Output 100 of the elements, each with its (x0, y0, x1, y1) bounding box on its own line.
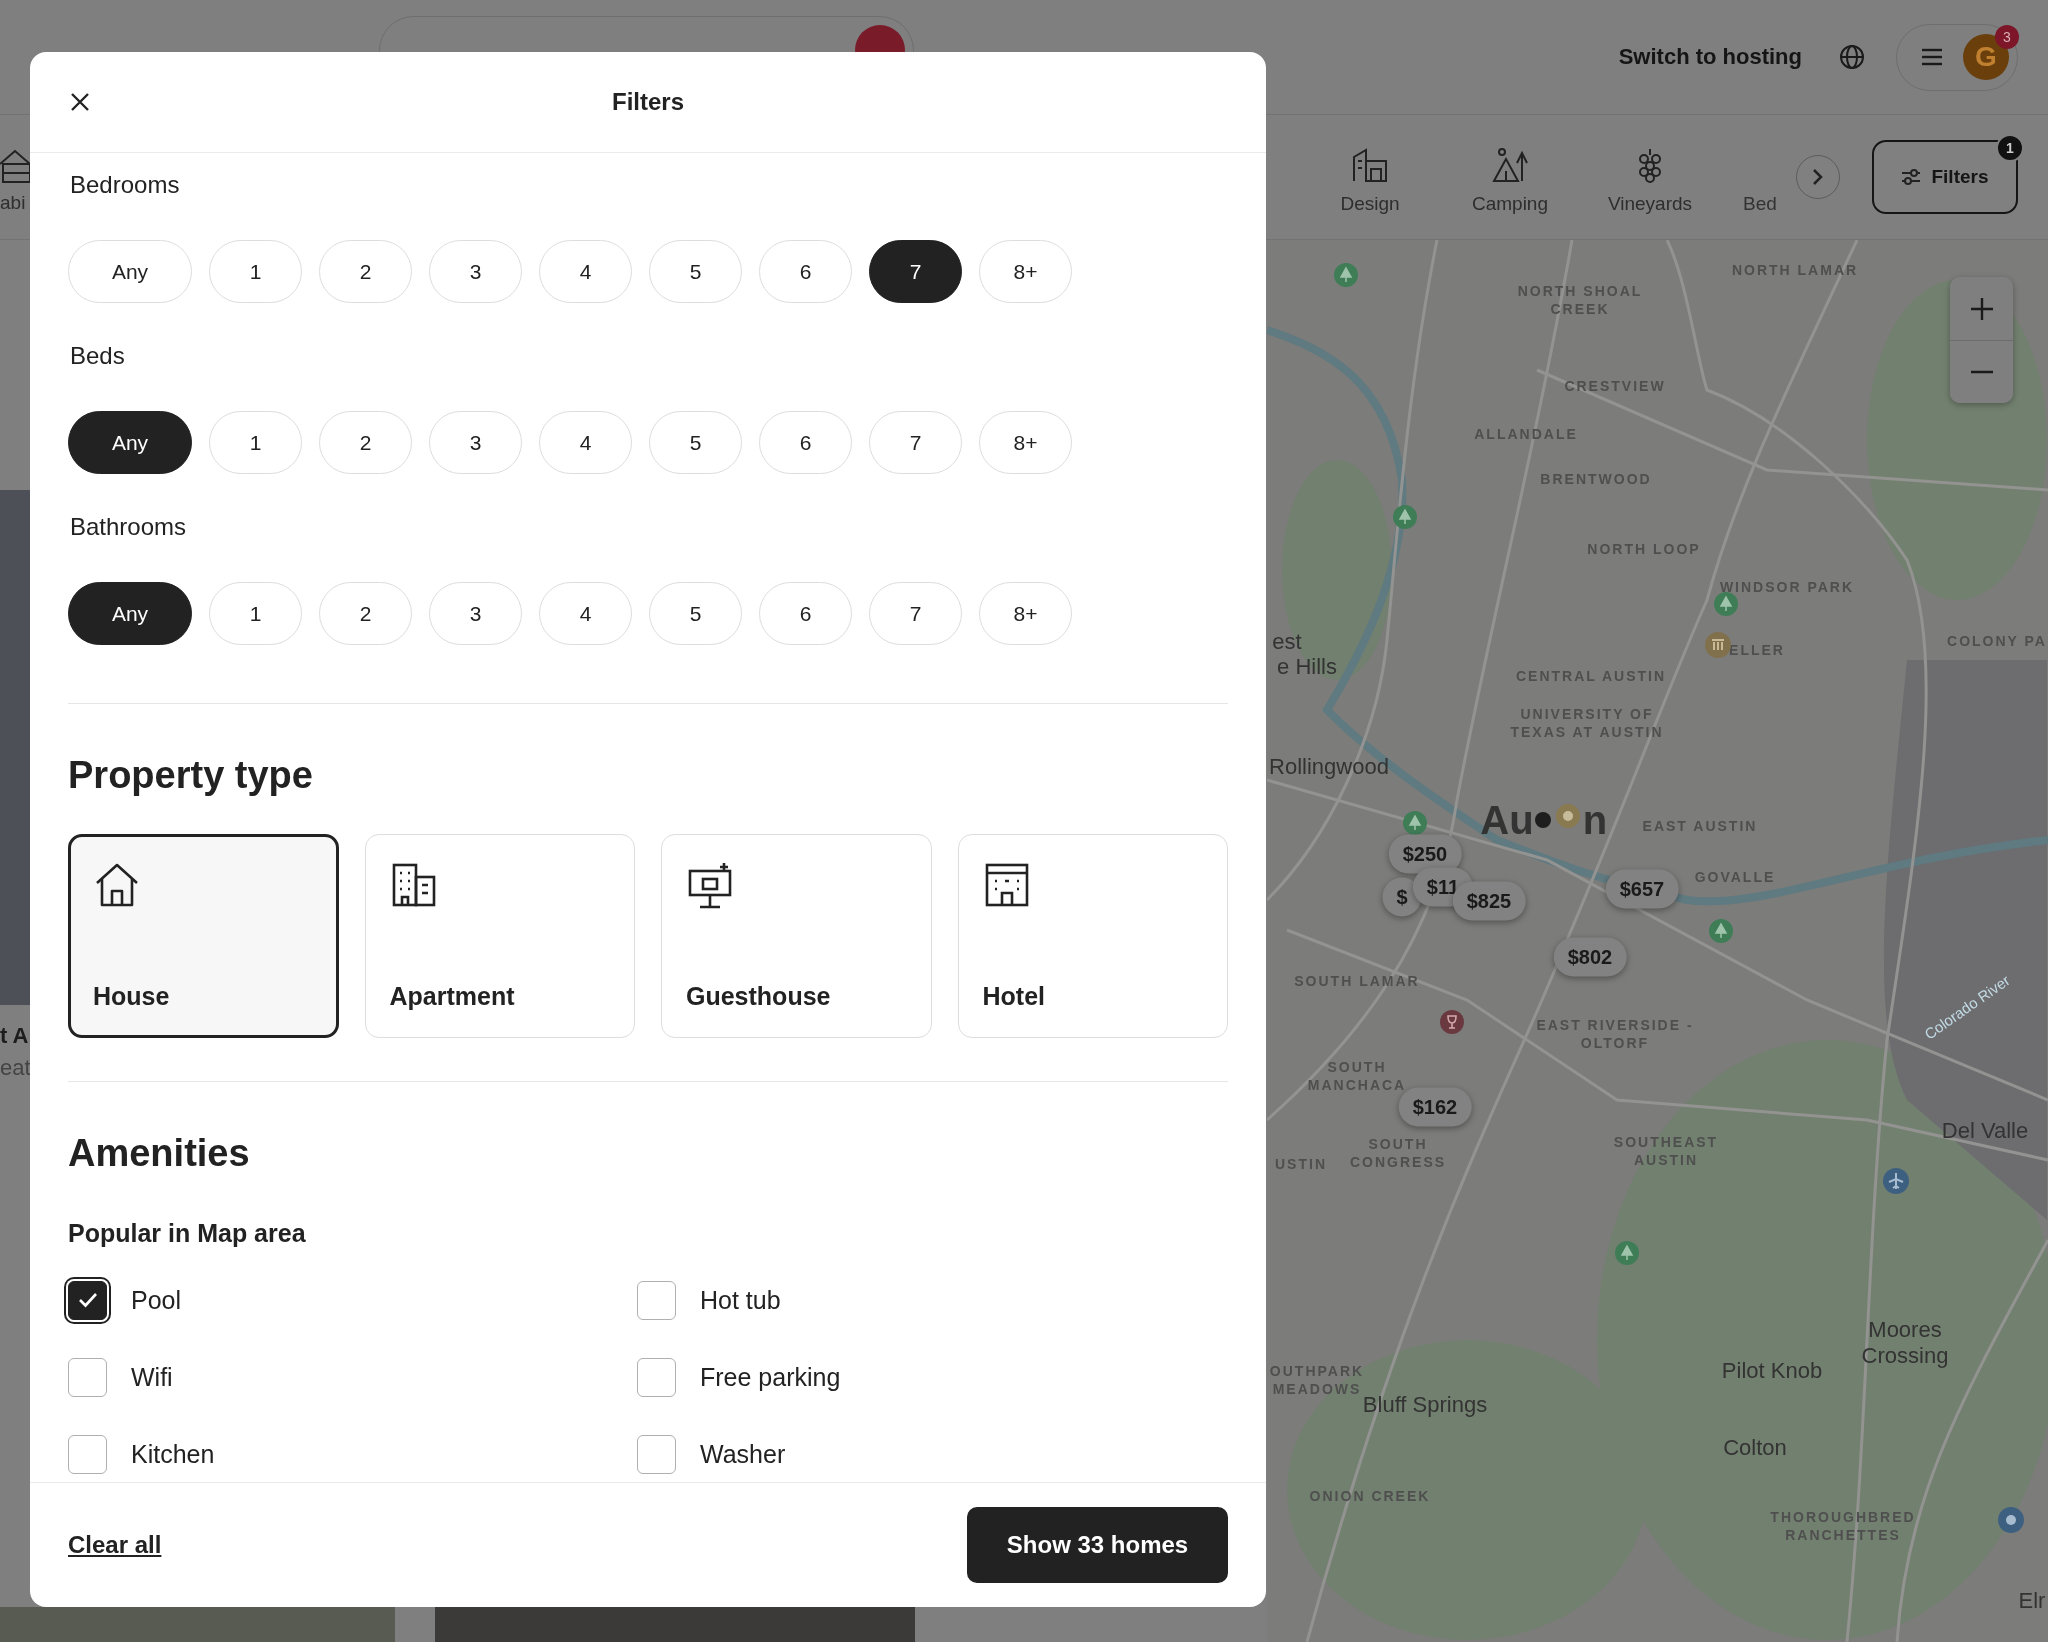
count-option[interactable]: 4 (539, 411, 632, 474)
checkbox[interactable] (637, 1434, 676, 1474)
count-option[interactable]: 5 (649, 411, 742, 474)
price-marker[interactable]: $250 (1388, 834, 1462, 874)
map-pin-icon[interactable] (1555, 803, 1581, 829)
price-marker[interactable]: $ (1382, 877, 1422, 917)
count-option[interactable]: 6 (759, 582, 852, 645)
plus-icon (1969, 296, 1994, 321)
count-option[interactable]: 3 (429, 411, 522, 474)
map-label: Moores Crossing (1860, 1317, 1950, 1369)
museum-pin-icon[interactable] (1705, 632, 1731, 658)
checkbox-label[interactable]: Washer (700, 1439, 786, 1469)
price-marker[interactable]: $162 (1398, 1087, 1472, 1127)
count-option[interactable]: 6 (759, 411, 852, 474)
next-arrow-button[interactable] (1796, 155, 1840, 199)
wine-glass-pin-icon[interactable] (1440, 1010, 1464, 1034)
check-icon (76, 1291, 99, 1309)
close-icon (70, 92, 90, 112)
checkbox-label[interactable]: Hot tub (700, 1285, 781, 1315)
park-pin-icon[interactable] (1615, 1241, 1639, 1265)
map-label: e Hills (1277, 654, 1337, 680)
section-heading: Amenities (68, 1131, 251, 1176)
listing-title: t A (0, 1023, 29, 1049)
globe-icon[interactable] (1839, 44, 1865, 70)
count-option[interactable]: 7 (869, 582, 962, 645)
count-option[interactable]: 8+ (979, 411, 1072, 474)
map-label: Au (1480, 797, 1534, 843)
count-option[interactable]: 5 (649, 582, 742, 645)
clear-all-link[interactable]: Clear all (68, 1531, 162, 1559)
map-label: Elr (2018, 1588, 2046, 1614)
count-option[interactable]: 5 (649, 240, 742, 303)
city-dot-icon (1535, 812, 1551, 828)
count-option[interactable]: Any (68, 582, 192, 645)
building-icon (1351, 147, 1389, 183)
section-label: Beds (70, 342, 126, 370)
map-label: Del Valle (1941, 1118, 2029, 1144)
count-option[interactable]: 2 (319, 411, 412, 474)
menu-icon (1921, 48, 1943, 66)
count-option[interactable]: 8+ (979, 582, 1072, 645)
dialog-title: Filters (612, 88, 684, 116)
park-pin-icon[interactable] (1334, 263, 1358, 287)
map-label: Rollingwood (1269, 754, 1389, 780)
checkbox[interactable] (68, 1434, 107, 1474)
property-type-card[interactable]: Guesthouse (661, 834, 932, 1038)
cabin-icon (0, 148, 30, 184)
checkbox[interactable] (637, 1280, 676, 1320)
price-marker[interactable]: $657 (1605, 869, 1679, 909)
count-option[interactable]: 4 (539, 582, 632, 645)
map-label: est (1272, 629, 1302, 655)
checkbox-label[interactable]: Wifi (131, 1362, 173, 1392)
count-option[interactable]: 7 (869, 240, 962, 303)
count-option[interactable]: 2 (319, 582, 412, 645)
count-option[interactable]: 2 (319, 240, 412, 303)
switch-to-hosting-link[interactable]: Switch to hosting (1618, 44, 1802, 70)
profile-menu-button[interactable]: G 3 (1896, 23, 2018, 91)
section-heading: Property type (68, 753, 314, 798)
count-option[interactable]: 1 (209, 411, 302, 474)
zoom-in-button[interactable] (1950, 277, 2013, 340)
minus-icon (1969, 370, 1994, 374)
price-marker[interactable]: $802 (1553, 937, 1627, 977)
property-type-card[interactable]: House (68, 834, 339, 1038)
checkbox-label[interactable]: Free parking (700, 1362, 841, 1392)
park-pin-icon[interactable] (1714, 592, 1738, 616)
chevron-right-icon (1812, 168, 1824, 186)
map-label: Bluff Springs (1362, 1392, 1488, 1418)
map-label: CRESTVIEW (1564, 378, 1666, 396)
park-pin-icon[interactable] (1709, 919, 1733, 943)
location-pin-icon[interactable] (1998, 1507, 2024, 1533)
count-option[interactable]: 8+ (979, 240, 1072, 303)
count-option[interactable]: Any (68, 240, 192, 303)
listing-subtitle: eat (0, 1055, 31, 1081)
section-label: Bathrooms (70, 513, 188, 541)
airport-pin-icon[interactable] (1883, 1168, 1909, 1194)
count-option[interactable]: 1 (209, 582, 302, 645)
checkbox-label[interactable]: Pool (131, 1285, 182, 1315)
checkbox-label[interactable]: Kitchen (131, 1439, 215, 1469)
guesthouse-icon (686, 861, 734, 909)
park-pin-icon[interactable] (1393, 505, 1417, 529)
count-option[interactable]: 3 (429, 582, 522, 645)
count-option[interactable]: 3 (429, 240, 522, 303)
count-option[interactable]: 6 (759, 240, 852, 303)
property-type-card[interactable]: Apartment (364, 834, 635, 1038)
sliders-icon (1901, 168, 1922, 186)
show-homes-button[interactable]: Show 33 homes (967, 1507, 1228, 1583)
count-option[interactable]: 1 (209, 240, 302, 303)
filter-count-badge: 1 (1996, 134, 2024, 162)
tent-icon (1490, 147, 1530, 183)
subsection-heading: Popular in Map area (68, 1218, 307, 1249)
section-label: Bedrooms (70, 171, 181, 199)
map-label: Colton (1723, 1435, 1787, 1461)
checkbox[interactable] (637, 1357, 676, 1397)
notification-badge: 3 (1995, 24, 2019, 49)
count-option[interactable]: 4 (539, 240, 632, 303)
checkbox[interactable] (68, 1357, 107, 1397)
count-option[interactable]: Any (68, 411, 192, 474)
park-pin-icon[interactable] (1403, 811, 1427, 835)
count-option[interactable]: 7 (869, 411, 962, 474)
map-label: n (1582, 797, 1608, 843)
map-label: Pilot Knob (1721, 1358, 1823, 1384)
property-type-card[interactable]: Hotel (957, 834, 1228, 1038)
